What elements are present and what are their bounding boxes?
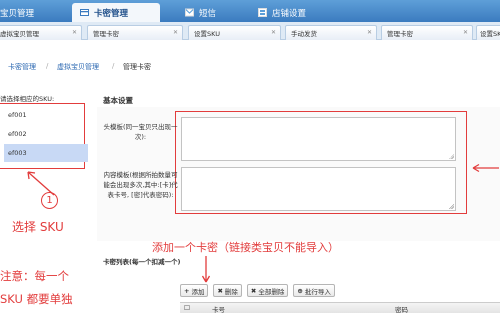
resize-grip-icon[interactable] — [449, 204, 454, 209]
sub-tab-bar: 虚拟宝贝管理 ✕ 管理卡密 ✕ 设置SKU ✕ 手动发货 ✕ 管理卡密 ✕ 设置… — [0, 22, 500, 40]
sku-panel-title: 请选择相应的SKU: — [0, 95, 55, 103]
subtab-label: 管理卡密 — [387, 30, 413, 38]
annotation-select-sku: 选择 SKU — [12, 220, 64, 234]
sku-item[interactable]: ef002 — [4, 125, 88, 143]
delete-all-button[interactable]: ✖ 全部删除 — [246, 284, 289, 297]
subtab-label: 管理卡密 — [93, 30, 119, 38]
subtab-manage-cards[interactable]: 管理卡密 ✕ — [87, 25, 183, 40]
batch-import-button[interactable]: ⊕ 批行导入 — [293, 284, 335, 297]
card-icon — [80, 8, 89, 17]
annotation-note-line1: 注意：每一个 — [0, 269, 69, 283]
header-template-textarea[interactable] — [181, 117, 456, 161]
breadcrumb-current: 管理卡密 — [123, 63, 151, 71]
content-template-textarea[interactable] — [181, 167, 456, 211]
sku-item[interactable]: ef001 — [4, 106, 88, 124]
delete-icon: ✖ — [217, 286, 223, 295]
top-tab-bar: 宝贝管理 卡密管理 短信 店铺设置 — [0, 0, 500, 22]
close-icon[interactable]: ✕ — [271, 29, 276, 36]
store-settings-icon — [258, 8, 267, 17]
import-icon: ⊕ — [297, 286, 303, 295]
tab-label: 短信 — [199, 8, 217, 19]
arrow-icon — [472, 163, 499, 173]
button-label: 删除 — [224, 287, 238, 296]
close-icon[interactable]: ✕ — [367, 29, 372, 36]
arrow-icon — [201, 256, 211, 283]
sku-label: ef001 — [8, 111, 27, 119]
breadcrumb-virtual-product[interactable]: 虚拟宝贝管理 — [57, 62, 99, 72]
breadcrumb-separator: / — [46, 62, 49, 70]
subtab-label: 虚拟宝贝管理 — [0, 30, 39, 38]
tab-sms[interactable]: 短信 — [185, 3, 240, 22]
resize-grip-icon[interactable] — [449, 154, 454, 159]
tab-product-management[interactable]: 宝贝管理 — [0, 3, 55, 22]
subtab-set-sku[interactable]: 设置SKU ✕ — [188, 25, 281, 40]
step-number-badge: 1 — [41, 192, 58, 209]
close-icon[interactable]: ✕ — [72, 29, 77, 36]
content-template-label: 内容模板(根据所拍数量可能会出现多次,其中:[卡]代表卡号, [密]代表密码): — [103, 171, 178, 199]
annotation-add-card: 添加一个卡密（链接类宝贝不能导入） — [152, 241, 339, 254]
delete-button[interactable]: ✖ 删除 — [213, 284, 242, 297]
sku-item-selected[interactable]: ef003 — [4, 144, 88, 162]
card-grid-header: ☐ 卡号 密码 — [180, 302, 500, 313]
subtab-virtual-product[interactable]: 虚拟宝贝管理 ✕ — [0, 25, 82, 40]
sku-label: ef002 — [8, 130, 27, 138]
breadcrumb-separator: / — [112, 62, 115, 70]
delete-icon: ✖ — [250, 286, 257, 295]
card-list-title: 卡密列表(每一个扣减一个) — [103, 258, 181, 266]
card-toolbar: + 添加 ✖ 删除 ✖ 全部删除 ⊕ 批行导入 — [180, 284, 340, 298]
add-button[interactable]: + 添加 — [180, 284, 209, 297]
header-template-label: 头模板(同一宝贝只出现一次): — [103, 123, 178, 141]
annotation-note-line2: SKU 都要单独 — [0, 292, 73, 306]
column-password: 密码 — [395, 306, 408, 313]
sms-icon — [185, 8, 194, 17]
tab-label: 宝贝管理 — [0, 8, 35, 19]
button-label: 全部删除 — [258, 287, 285, 296]
select-all-checkbox[interactable]: ☐ — [184, 304, 190, 312]
section-title-basic: 基本设置 — [103, 96, 133, 105]
tab-store-settings[interactable]: 店铺设置 — [258, 3, 328, 22]
sku-label: ef003 — [8, 149, 27, 157]
subtab-label: 设置SKU — [194, 30, 220, 38]
subtab-set-sku-2[interactable]: 设置SK — [476, 25, 500, 40]
tab-label: 店铺设置 — [272, 8, 307, 19]
tab-label: 卡密管理 — [94, 8, 129, 19]
close-icon[interactable]: ✕ — [463, 29, 468, 36]
column-card-number: 卡号 — [212, 306, 225, 313]
tab-card-management[interactable]: 卡密管理 — [72, 3, 160, 22]
subtab-label: 设置SK — [480, 30, 500, 38]
plus-icon: + — [184, 286, 190, 295]
close-icon[interactable]: ✕ — [173, 29, 178, 36]
subtab-manual-delivery[interactable]: 手动发货 ✕ — [285, 25, 377, 40]
button-label: 批行导入 — [304, 287, 331, 296]
subtab-label: 手动发货 — [291, 30, 317, 38]
breadcrumb-card-management[interactable]: 卡密管理 — [8, 62, 36, 72]
breadcrumb: 卡密管理 / 虚拟宝贝管理 / 管理卡密 — [0, 40, 500, 86]
button-label: 添加 — [191, 287, 205, 296]
subtab-manage-cards-2[interactable]: 管理卡密 ✕ — [381, 25, 473, 40]
